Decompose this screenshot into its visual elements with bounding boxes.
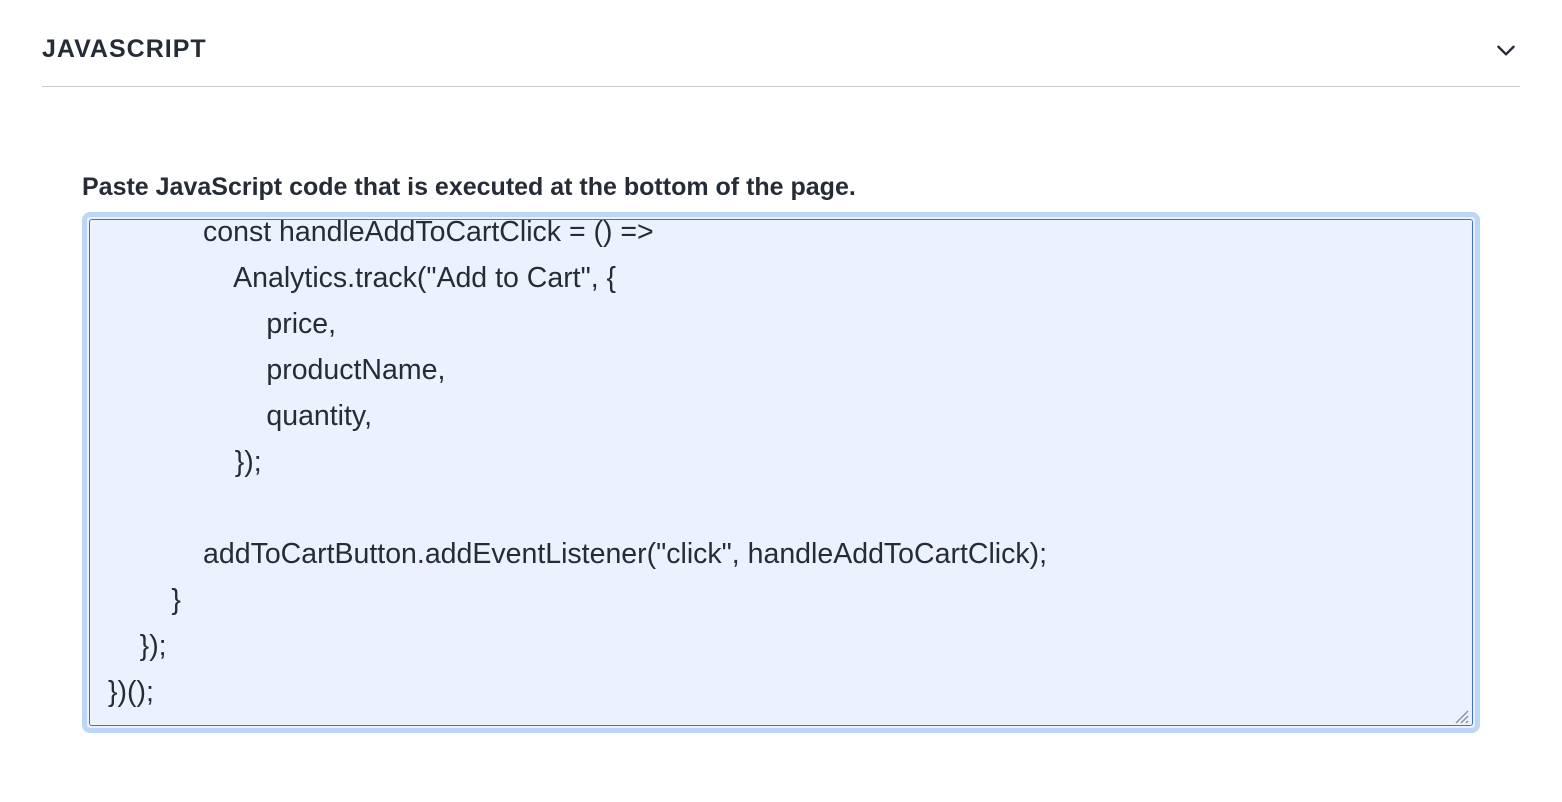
section-header[interactable]: JAVASCRIPT — [42, 35, 1520, 87]
section-content: Paste JavaScript code that is executed a… — [42, 87, 1520, 733]
section-title: JAVASCRIPT — [42, 35, 207, 64]
section-description: Paste JavaScript code that is executed a… — [82, 173, 1480, 202]
javascript-section: JAVASCRIPT Paste JavaScript code that is… — [0, 0, 1562, 733]
chevron-down-icon — [1492, 36, 1520, 64]
code-input-wrap — [82, 212, 1480, 733]
javascript-code-input[interactable] — [90, 220, 1472, 725]
code-input-inner — [89, 219, 1473, 726]
